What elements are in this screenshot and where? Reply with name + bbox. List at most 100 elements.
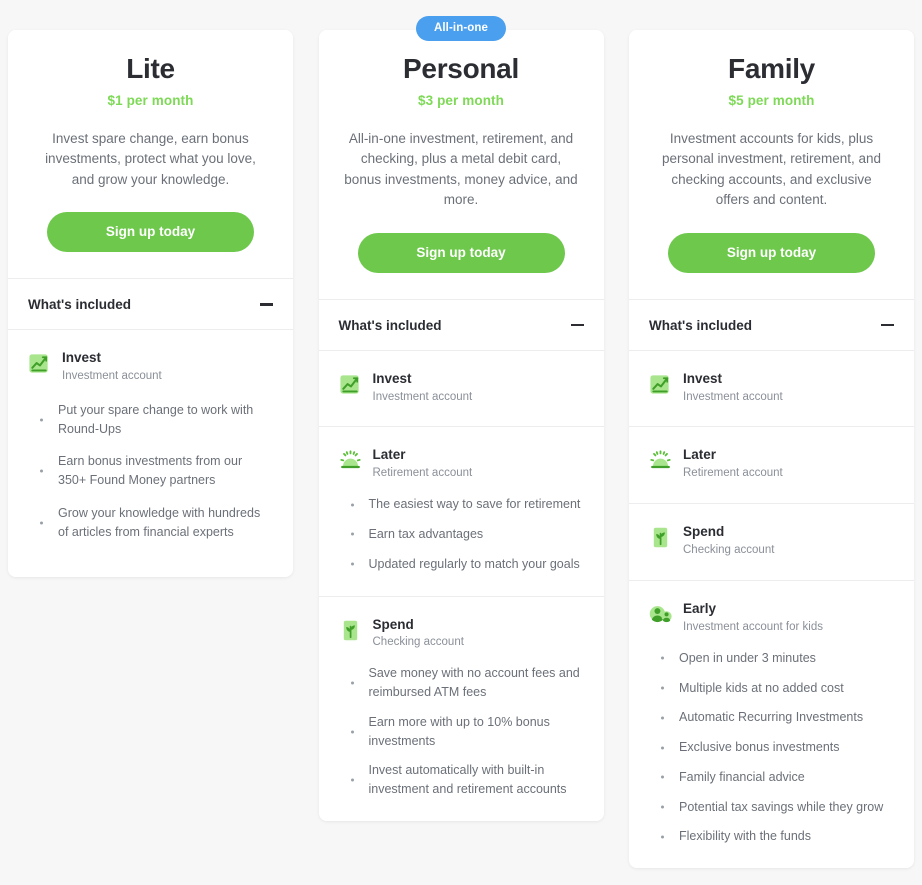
plan-price-lite: $1 per month (107, 92, 194, 108)
feature-section: Later Retirement account The easiest way t… (318, 426, 604, 595)
plan-description-lite: Invest spare change, earn bonus investme… (45, 130, 256, 187)
pricing-plans-container: Lite $1 per month Invest spare change, ear… (0, 0, 922, 885)
feature-text: Invest Investment account (683, 371, 783, 405)
feature-subtitle: Checking account (683, 544, 775, 557)
feature-header: Early Investment account for kids (649, 601, 894, 635)
feature-title: Invest (683, 370, 723, 386)
feature-bullet: Grow your knowledge with hundreds of art… (28, 504, 273, 542)
feature-header: Invest Investment account (28, 350, 273, 384)
feature-bullet: Automatic Recurring Investments (649, 708, 894, 727)
plan-header-personal: Personal $3 per month All-in-one investmen… (319, 30, 604, 299)
plan-description-personal: All-in-one investment, retirement, and c… (344, 130, 578, 208)
feature-title: Later (372, 447, 406, 463)
feature-section: Spend Checking account Save money with no … (318, 595, 604, 821)
plan-description-family: Investment accounts for kids, plus perso… (661, 130, 882, 208)
feature-bullet-list: Put your spare change to work with Round… (28, 401, 273, 542)
later-sunrise-icon (649, 449, 672, 472)
feature-bullet: Put your spare change to work with Round… (28, 401, 273, 439)
plan-header-family: Family $5 per month Investment accounts fo… (629, 30, 914, 299)
invest-chart-icon (28, 352, 51, 375)
feature-bullet-list: Open in under 3 minutes Multiple kids at … (649, 649, 894, 846)
plan-card-inner-personal: Personal $3 per month All-in-one investmen… (318, 30, 604, 821)
plan-card-inner-family: Family $5 per month Investment accounts fo… (629, 30, 914, 869)
feature-sections-personal: Invest Investment account Later Retirement … (318, 349, 604, 821)
feature-bullet: Earn tax advantages (339, 525, 584, 544)
minus-icon[interactable] (881, 323, 894, 327)
feature-header: Invest Investment account (649, 371, 894, 405)
feature-section: Spend Checking account (629, 503, 914, 580)
whats-included-label-family: What's included (649, 317, 752, 333)
feature-header: Later Retirement account (649, 447, 894, 481)
feature-subtitle: Retirement account (372, 467, 473, 480)
plan-card-inner-lite: Lite $1 per month Invest spare change, ear… (8, 30, 293, 578)
feature-title: Invest (62, 350, 102, 366)
signup-button-lite[interactable]: Sign up today (47, 212, 254, 253)
feature-section: Early Investment account for kids Open in … (629, 580, 914, 868)
plan-badge-personal: All-in-one (415, 16, 507, 41)
feature-text: Invest Investment account (62, 350, 162, 384)
feature-bullet: The easiest way to save for retirement (339, 495, 584, 514)
feature-bullet: Earn more with up to 10% bonus investmen… (339, 713, 584, 751)
plan-name-lite: Lite (126, 53, 175, 84)
feature-text: Later Retirement account (373, 447, 473, 481)
feature-text: Early Investment account for kids (683, 601, 823, 635)
spend-card-icon (339, 619, 362, 642)
feature-subtitle: Investment account (372, 390, 473, 403)
spend-card-icon (649, 526, 672, 549)
feature-section: Invest Investment account (318, 349, 604, 427)
feature-bullet: Potential tax savings while they grow (649, 798, 894, 817)
invest-chart-icon (339, 373, 362, 396)
feature-title: Spend (372, 616, 414, 632)
feature-bullet-list: The easiest way to save for retirement Ea… (339, 495, 584, 573)
plan-name-personal: Personal (403, 53, 519, 84)
feature-text: Invest Investment account (373, 371, 473, 405)
feature-bullet: Flexibility with the funds (649, 827, 894, 846)
feature-title: Early (683, 601, 717, 617)
minus-icon[interactable] (570, 323, 584, 327)
whats-included-label-lite: What's included (28, 297, 131, 313)
plan-card-personal: All-in-one Personal $3 per month All-in-one… (318, 16, 604, 821)
feature-title: Later (683, 447, 717, 463)
plan-name-family: Family (728, 53, 815, 84)
plan-price-family: $5 per month (728, 92, 815, 108)
plan-card-family: Family $5 per month Investment accounts fo… (629, 30, 914, 869)
feature-bullet: Family financial advice (649, 768, 894, 787)
feature-subtitle: Investment account (62, 370, 162, 383)
feature-bullet: Open in under 3 minutes (649, 649, 894, 668)
feature-text: Spend Checking account (683, 524, 774, 558)
feature-text: Spend Checking account (373, 617, 464, 651)
feature-bullet: Multiple kids at no added cost (649, 679, 894, 698)
whats-included-toggle-family[interactable]: What's included (629, 298, 914, 350)
feature-bullet: Exclusive bonus investments (649, 738, 894, 757)
feature-bullet: Save money with no account fees and reim… (339, 664, 584, 702)
signup-button-family[interactable]: Sign up today (668, 232, 875, 273)
feature-header: Spend Checking account (339, 617, 584, 651)
feature-bullet: Updated regularly to match your goals (339, 555, 584, 574)
feature-subtitle: Checking account (372, 636, 464, 649)
signup-button-personal[interactable]: Sign up today (357, 232, 565, 273)
feature-section: Invest Investment account Put your spare c… (8, 329, 293, 577)
whats-included-label-personal: What's included (338, 317, 442, 333)
minus-icon[interactable] (260, 303, 273, 306)
plan-price-personal: $3 per month (418, 92, 504, 108)
feature-text: Later Retirement account (683, 447, 783, 481)
feature-sections-family: Invest Investment account Later Retirement … (629, 349, 914, 869)
feature-section: Invest Investment account (629, 349, 914, 427)
feature-section: Later Retirement account (629, 426, 914, 503)
feature-title: Invest (372, 370, 412, 386)
invest-chart-icon (649, 373, 672, 396)
feature-bullet: Invest automatically with built-in inves… (339, 761, 584, 799)
feature-title: Spend (683, 524, 725, 540)
feature-subtitle: Investment account (683, 390, 783, 403)
whats-included-toggle-personal[interactable]: What's included (318, 298, 604, 350)
whats-included-toggle-lite[interactable]: What's included (8, 278, 293, 329)
feature-header: Invest Investment account (339, 371, 584, 405)
plan-header-lite: Lite $1 per month Invest spare change, ear… (8, 30, 293, 278)
feature-subtitle: Retirement account (683, 467, 783, 480)
plan-card-lite: Lite $1 per month Invest spare change, ear… (8, 30, 293, 578)
feature-header: Spend Checking account (649, 524, 894, 558)
feature-header: Later Retirement account (339, 447, 584, 481)
feature-bullet-list: Save money with no account fees and reim… (339, 664, 584, 799)
later-sunrise-icon (339, 449, 362, 472)
early-people-icon (649, 603, 672, 626)
